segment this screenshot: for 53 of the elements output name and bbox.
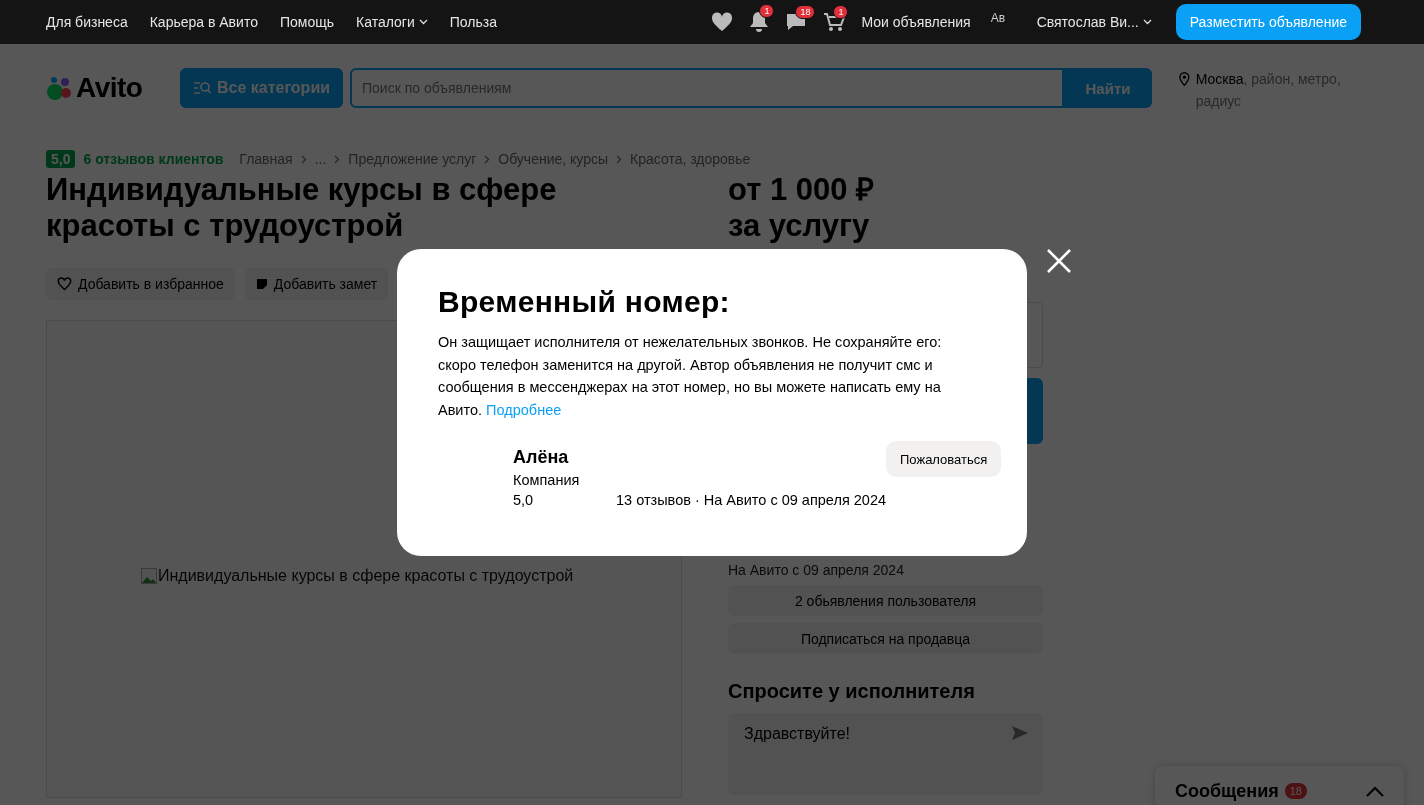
report-button[interactable]: Пожаловаться [886,441,1002,477]
location-pin-icon [1179,71,1190,87]
listing-title: Индивидуальные курсы в сфере красоты с трудоустрой [46,172,558,244]
seller-details: 13 отзывов · На Авито с 09 апреля 2024 [616,492,886,508]
user-menu[interactable]: Святослав Ви... [1036,14,1152,30]
nav-link[interactable]: Помощь [279,14,334,30]
search-list-icon [192,81,211,95]
nav-link[interactable]: Для бизнеса [46,14,128,30]
chevron-up-icon[interactable] [1366,785,1384,797]
search-button[interactable]: Найти [1064,68,1152,108]
chevron-down-icon [1142,19,1152,25]
seller-rating: 5,0 [513,492,535,508]
image-alt-text: Индивидуальные курсы в сфере красоты с трудоустрой [158,567,574,585]
count-badge: 1 [759,4,775,18]
logo[interactable]: Avito [46,72,173,104]
reviews-link[interactable]: 6 отзывов клиентов [83,151,224,167]
nav-link[interactable]: Каталоги [356,14,428,30]
seller-type: Компания [513,472,581,488]
chevron-right-icon [334,154,341,164]
heart-icon [57,277,72,291]
post-ad-button[interactable]: Разместить объявление [1175,4,1361,40]
rating-badge: 5,0 [46,150,76,168]
note-button[interactable]: Добавить замет [244,268,389,300]
nav-link[interactable]: Карьера в Авито [149,14,258,30]
close-icon[interactable] [1046,248,1072,274]
chevron-right-icon [484,154,491,164]
nav-link[interactable]: Польза [449,14,497,30]
price-unit: за услугу [728,208,871,244]
categories-button[interactable]: Все категории [180,68,343,108]
seller-since-text: На Авито с 09 апреля 2024 [728,562,905,578]
seller-action-button[interactable]: Подписаться на продавца [728,623,1043,654]
seller-name: Алёна [513,447,570,468]
modal-text: Он защищает исполнителя от нежелательных звонков. Не сохраняйте его: скоро телефон заменится на другой. Автор объявления не получит смс и сообщения в мессенджерах на этот номер, но вы можете написать ему на Авито. Подробнее [438,333,943,420]
more-link[interactable]: Подробнее [486,401,562,418]
chevron-right-icon [300,154,307,164]
section-heading: Спросите у исполнителя [728,680,976,703]
price: от 1 000 ₽ [728,172,876,208]
chevron-right-icon [616,154,623,164]
message-field[interactable]: Здравствуйте! [728,713,1043,795]
messages-title: Сообщения [1175,780,1279,802]
count-badge: 1 [833,5,849,19]
count-badge: 18 [795,5,816,19]
note-icon [255,278,268,290]
messages-panel[interactable]: Сообщения 18 [1155,766,1404,805]
my-ads-link[interactable]: Мои объявления [861,14,971,30]
modal-title: Временный номер: [438,285,731,319]
breadcrumb-link[interactable]: ... [314,151,327,167]
favorite-button[interactable]: Добавить в избранное [46,268,235,300]
heart-icon[interactable] [711,12,734,32]
count-badge: 18 [1284,783,1307,799]
avatar-image[interactable]: Ав [990,8,1023,36]
broken-image-icon [141,568,157,584]
seller-action-button[interactable]: 2 обьявления пользователя [728,585,1043,616]
